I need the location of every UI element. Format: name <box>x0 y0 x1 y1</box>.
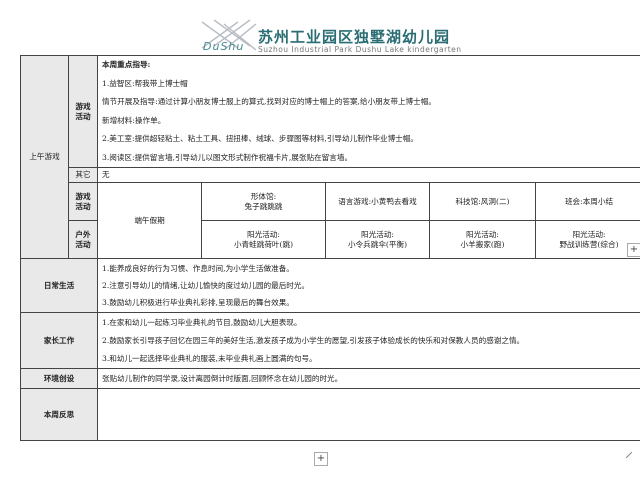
school-name: 苏州工业园区独墅湖幼儿园 <box>258 28 451 46</box>
outdoor-title: 阳光活动: <box>247 230 280 240</box>
game-activity-line: 1.益智区:帮我带上博士帽 <box>102 78 188 88</box>
resize-handle-icon[interactable] <box>626 452 632 458</box>
environment-label: 环境创设 <box>43 373 75 383</box>
outdoor-cell-3[interactable]: 阳光活动: 小羊搬家(跑) <box>429 220 536 259</box>
game-cell-language[interactable]: 语言游戏:小黄鸭去看戏 <box>325 182 430 221</box>
game-activity-line: 2.美工室:提供超轻粘土、粘土工具、扭扭棒、绒球、步骤图等材料,引导幼儿制作毕业… <box>102 134 418 143</box>
outdoor-title: 阳光活动: <box>361 230 394 240</box>
parents-work-line: 2.鼓励家长引导孩子回忆在园三年的美好生活,激发孩子成为小学生的愿望,引发孩子体… <box>102 335 525 345</box>
daily-life-label: 日常生活 <box>43 280 75 290</box>
dragon-boat-holiday-cell[interactable]: 端午假期 <box>97 182 202 259</box>
game-cell-gym[interactable]: 形体馆: 兔子跳跳跳 <box>201 182 326 221</box>
outdoor-label: 户外活动 <box>75 230 91 249</box>
reflection-label: 本周反思 <box>43 409 75 419</box>
game-activity-line: 新增材料:操作单。 <box>102 115 166 125</box>
add-row-button[interactable]: + <box>314 452 328 466</box>
game-language: 语言游戏:小黄鸭去看戏 <box>338 196 417 206</box>
reflection-content[interactable] <box>96 388 640 441</box>
game-class-meeting: 班会:本周小结 <box>564 196 614 206</box>
game-activity-label: 游戏活动 <box>75 102 91 121</box>
weekly-plan-table: 上午游戏 游戏活动 本周重点指导: 1.益智区:帮我带上博士帽 情节开展及指导:… <box>20 55 640 441</box>
logo-dushu-text: DuShu <box>203 40 245 53</box>
outdoor-name: 小青蛙跳荷叶(跳) <box>233 239 294 249</box>
outdoor-cell-4[interactable]: 阳光活动: 野战训练营(综合) <box>534 220 640 259</box>
daily-life-label-cell: 日常生活 <box>20 258 98 313</box>
game-activity-heading: 本周重点指导: <box>102 60 151 69</box>
daily-life-line: 3.鼓励幼儿积极进行毕业典礼彩排,呈现最后的舞台效果。 <box>102 298 294 307</box>
daily-life-line: 2.注意引导幼儿的情绪,让幼儿愉快的度过幼儿园的最后时光。 <box>102 281 310 290</box>
outdoor-label-cell: 户外活动 <box>68 220 98 259</box>
game-gym-title: 形体馆: <box>250 192 277 202</box>
other-label-cell: 其它 <box>68 167 98 183</box>
game-activity-line: 情节开展及指导:通过计算小朋友博士服上的算式,找到对应的博士帽上的答案,给小朋友… <box>102 97 436 106</box>
other-value: 无 <box>102 170 110 180</box>
outdoor-title: 阳光活动: <box>466 230 499 240</box>
game-gym-name: 兔子跳跳跳 <box>244 201 283 211</box>
parents-work-line: 1.在家和幼儿一起练习毕业典礼的节目,鼓励幼儿大胆表现。 <box>102 317 302 327</box>
game-science: 科技馆:风洞(二) <box>455 196 510 206</box>
outdoor-title: 阳光活动: <box>572 230 606 240</box>
daily-life-line: 1.能养成良好的行为习惯、作息时间,为小学生活做准备。 <box>102 264 294 273</box>
outdoor-cell-1[interactable]: 阳光活动: 小青蛙跳荷叶(跳) <box>201 220 326 259</box>
game-row-label: 游戏活动 <box>75 192 91 211</box>
outdoor-name: 小羊搬家(跑) <box>460 239 505 249</box>
other-label: 其它 <box>75 170 91 180</box>
add-column-button[interactable]: + <box>627 243 640 257</box>
game-activity-content[interactable]: 本周重点指导: 1.益智区:帮我带上博士帽 情节开展及指导:通过计算小朋友博士服… <box>96 55 640 168</box>
school-english-name: Suzhou Industrial Park Dushu Lake kinder… <box>258 45 462 54</box>
morning-games-label-cell: 上午游戏 <box>20 55 69 259</box>
game-activity-label-cell: 游戏活动 <box>68 55 98 168</box>
other-value-cell[interactable]: 无 <box>96 167 640 183</box>
dragon-boat-holiday: 端午假期 <box>134 215 165 225</box>
morning-games-label: 上午游戏 <box>29 152 60 162</box>
document-header: DuShu 苏州工业园区独墅湖幼儿园 Suzhou Industrial Par… <box>0 0 640 58</box>
parents-work-label: 家长工作 <box>43 335 75 345</box>
environment-text: 张贴幼儿制作的同学录,设计离园倒计时版面,回顾怀念在幼儿园的时光。 <box>102 373 343 383</box>
game-cell-science[interactable]: 科技馆:风洞(二) <box>429 182 536 221</box>
outdoor-cell-2[interactable]: 阳光活动: 小令兵跳伞(平衡) <box>325 220 430 259</box>
daily-life-content[interactable]: 1.能养成良好的行为习惯、作息时间,为小学生活做准备。 2.注意引导幼儿的情绪,… <box>96 258 640 313</box>
environment-content[interactable]: 张贴幼儿制作的同学录,设计离园倒计时版面,回顾怀念在幼儿园的时光。 <box>96 368 640 389</box>
environment-label-cell: 环境创设 <box>20 368 98 389</box>
reflection-label-cell: 本周反思 <box>20 388 98 441</box>
parents-work-label-cell: 家长工作 <box>20 312 98 369</box>
outdoor-name: 野战训练营(综合) <box>559 239 619 249</box>
game-activity-line: 3.阅读区:提供留言墙,引导幼儿以图文形式制作祝福卡片,展张贴在留言墙。 <box>102 152 353 162</box>
game-cell-class-meeting[interactable]: 班会:本周小结 <box>534 182 640 221</box>
game-row-label-cell: 游戏活动 <box>68 182 98 221</box>
parents-work-line: 3.和幼儿一起选择毕业典礼的服装,未毕业典礼画上圆满的句号。 <box>102 353 317 363</box>
parents-work-content[interactable]: 1.在家和幼儿一起练习毕业典礼的节目,鼓励幼儿大胆表现。 2.鼓励家长引导孩子回… <box>96 312 640 369</box>
outdoor-name: 小令兵跳伞(平衡) <box>347 239 408 249</box>
